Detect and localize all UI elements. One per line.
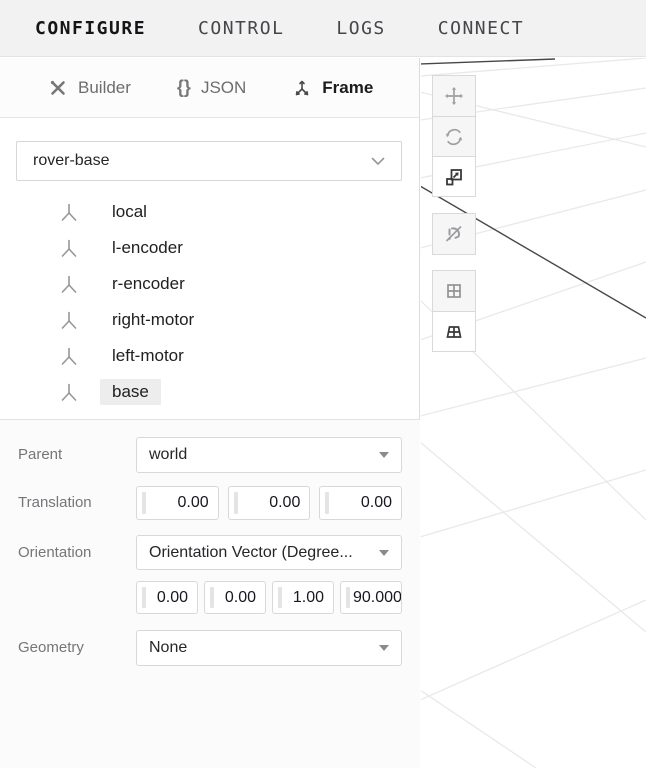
orientation-type-select[interactable]: Orientation Vector (Degree... <box>136 535 402 570</box>
scale-button[interactable] <box>433 156 475 196</box>
tree-item-right-motor[interactable]: right-motor <box>0 302 420 338</box>
translation-label: Translation <box>18 494 92 511</box>
orientation-y-input[interactable] <box>205 582 265 613</box>
tools-icon <box>48 78 68 98</box>
orientation-x-input[interactable] <box>137 582 197 613</box>
frame-node-icon <box>58 273 80 295</box>
frame-node-icon <box>58 345 80 367</box>
chevron-down-icon <box>371 157 385 166</box>
grid-toolbar <box>432 270 476 352</box>
orientation-theta-input[interactable] <box>341 582 401 613</box>
scale-icon <box>443 166 465 188</box>
orientation-inputs <box>136 581 402 614</box>
subtab-json[interactable]: {} JSON <box>177 77 246 98</box>
tab-control[interactable]: CONTROL <box>198 18 284 39</box>
view-mode-tabs: Builder {} JSON Frame <box>0 58 419 118</box>
translation-x-field <box>136 486 219 520</box>
component-select-value: rover-base <box>33 152 371 170</box>
move-icon <box>443 85 465 107</box>
triangle-down-icon <box>379 452 389 458</box>
disable-rotation-button[interactable] <box>433 214 475 254</box>
tree-item-label: local <box>100 199 159 225</box>
top-nav: CONFIGURE CONTROL LOGS CONNECT <box>0 0 646 57</box>
interaction-toolbar <box>432 213 476 255</box>
tab-configure[interactable]: CONFIGURE <box>35 18 146 39</box>
parent-label: Parent <box>18 446 62 463</box>
triangle-down-icon <box>379 645 389 651</box>
orientation-z-field <box>272 581 334 614</box>
tree-item-label: left-motor <box>100 343 196 369</box>
orientation-theta-field <box>340 581 402 614</box>
move-button[interactable] <box>433 76 475 116</box>
orientation-label: Orientation <box>18 544 91 561</box>
gizmo-toolbar <box>432 75 476 197</box>
tab-logs[interactable]: LOGS <box>336 18 385 39</box>
tree-item-left-motor[interactable]: left-motor <box>0 338 420 374</box>
frame-tree: local l-encoder r-encoder right-motor le… <box>0 194 420 410</box>
translation-y-input[interactable] <box>229 487 310 519</box>
orientation-x-field <box>136 581 198 614</box>
geometry-select[interactable]: None <box>136 630 402 666</box>
tree-item-label: r-encoder <box>100 271 197 297</box>
geometry-label: Geometry <box>18 639 84 656</box>
tree-item-base[interactable]: base <box>0 374 420 410</box>
parent-select-value: world <box>149 446 373 464</box>
app-window: CONFIGURE CONTROL LOGS CONNECT Builder {… <box>0 0 646 768</box>
frame-3d-viewport[interactable] <box>421 58 646 768</box>
rotate-icon <box>443 126 465 148</box>
grid-perspective-icon <box>443 321 465 343</box>
subtab-json-label: JSON <box>201 78 246 98</box>
configure-panel: Builder {} JSON Frame rover-base <box>0 58 420 768</box>
subtab-frame-label: Frame <box>322 78 373 98</box>
orientation-z-input[interactable] <box>273 582 333 613</box>
frame-properties-form: Parent world Translation <box>0 420 420 768</box>
geometry-select-value: None <box>149 639 373 657</box>
braces-icon: {} <box>177 77 191 98</box>
grid-flat-button[interactable] <box>433 271 475 311</box>
parent-select[interactable]: world <box>136 437 402 473</box>
translation-y-field <box>228 486 311 520</box>
frame-node-icon <box>58 381 80 403</box>
subtab-builder-label: Builder <box>78 78 131 98</box>
subtab-frame[interactable]: Frame <box>292 78 373 98</box>
tree-item-label: l-encoder <box>100 235 195 261</box>
tree-item-label: base <box>100 379 161 405</box>
frame-axes-icon <box>292 78 312 98</box>
orientation-y-field <box>204 581 266 614</box>
tree-item-r-encoder[interactable]: r-encoder <box>0 266 420 302</box>
frame-node-icon <box>58 237 80 259</box>
rotate-button[interactable] <box>433 116 475 156</box>
translation-z-field <box>319 486 402 520</box>
component-select[interactable]: rover-base <box>16 141 402 181</box>
subtab-builder[interactable]: Builder <box>48 78 131 98</box>
frame-node-icon <box>58 201 80 223</box>
frame-node-icon <box>58 309 80 331</box>
tree-item-label: right-motor <box>100 307 206 333</box>
tab-connect[interactable]: CONNECT <box>438 18 524 39</box>
translation-x-input[interactable] <box>137 487 218 519</box>
triangle-down-icon <box>379 550 389 556</box>
orientation-type-value: Orientation Vector (Degree... <box>149 544 373 562</box>
translation-z-input[interactable] <box>320 487 401 519</box>
grid-perspective-button[interactable] <box>433 311 475 351</box>
tree-item-local[interactable]: local <box>0 194 420 230</box>
tree-item-l-encoder[interactable]: l-encoder <box>0 230 420 266</box>
disable-rotation-icon <box>443 223 465 245</box>
grid-flat-icon <box>443 280 465 302</box>
translation-inputs <box>136 486 402 520</box>
